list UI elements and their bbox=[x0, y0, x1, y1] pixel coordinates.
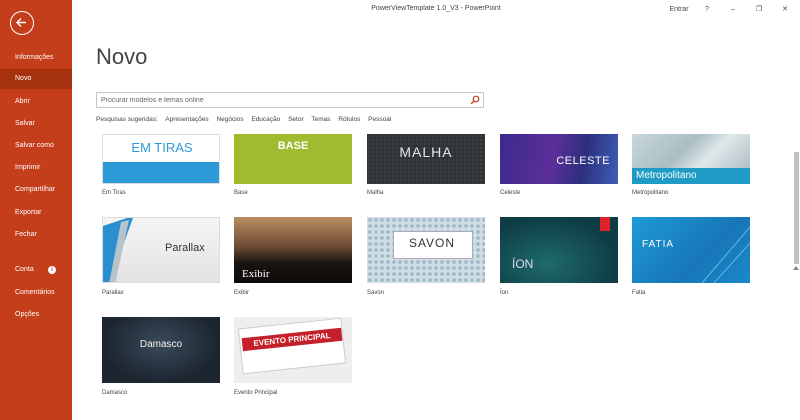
template-celeste[interactable]: CELESTE bbox=[500, 134, 618, 184]
template-caption: Fatia bbox=[632, 290, 646, 296]
template-caption: Em Tiras bbox=[102, 190, 126, 196]
template-caption: Evento Principal bbox=[234, 390, 278, 396]
thumb-title: ÍON bbox=[512, 257, 534, 271]
thumb-title: CELESTE bbox=[556, 155, 610, 167]
search-icon[interactable] bbox=[470, 95, 480, 105]
suggested-temas[interactable]: Temas bbox=[311, 116, 330, 123]
template-malha[interactable]: MALHA bbox=[367, 134, 485, 184]
template-caption: Damasco bbox=[102, 390, 128, 396]
sidebar-item-exportar[interactable]: Exportar bbox=[0, 203, 72, 223]
suggested-searches: Pesquisas sugeridas: Apresentações Negóc… bbox=[96, 116, 397, 123]
sidebar-item-fechar[interactable]: Fechar bbox=[0, 225, 72, 245]
template-caption: Parallax bbox=[102, 290, 124, 296]
sidebar-item-label: Salvar bbox=[15, 120, 35, 127]
sidebar-item-comentarios[interactable]: Comentários bbox=[0, 283, 72, 303]
sidebar-item-abrir[interactable]: Abrir bbox=[0, 92, 72, 112]
thumb-title: FATIA bbox=[642, 239, 675, 250]
template-em-tiras[interactable]: EM TIRAS bbox=[102, 134, 220, 184]
thumb-title: Metropolitano bbox=[636, 170, 697, 181]
sidebar-item-label: Opções bbox=[15, 311, 40, 318]
template-caption: Celeste bbox=[500, 190, 521, 196]
thumb-title: Damasco bbox=[139, 339, 183, 350]
page-title: Novo bbox=[96, 44, 148, 69]
template-damasco[interactable]: Damasco bbox=[102, 317, 220, 383]
suggested-label: Pesquisas sugeridas: bbox=[96, 116, 158, 123]
template-caption: Exibir bbox=[234, 290, 250, 296]
thumb-title: SAVON bbox=[408, 236, 456, 250]
template-fatia[interactable]: FATIA bbox=[632, 217, 750, 283]
backstage-sidebar: Informações Novo Abrir Salvar Salvar com… bbox=[0, 0, 72, 420]
template-search bbox=[96, 92, 484, 108]
sidebar-item-label: Informações bbox=[15, 54, 54, 61]
suggested-setor[interactable]: Setor bbox=[288, 116, 304, 123]
sidebar-item-label: Comentários bbox=[15, 289, 55, 296]
thumb-decoration bbox=[701, 226, 750, 283]
suggested-educacao[interactable]: Educação bbox=[251, 116, 280, 123]
sidebar-item-informacoes[interactable]: Informações bbox=[0, 48, 72, 68]
template-savon[interactable]: SAVON bbox=[367, 217, 485, 283]
template-parallax[interactable]: Parallax bbox=[102, 217, 220, 283]
thumb-title: BASE bbox=[277, 140, 309, 152]
sidebar-item-imprimir[interactable]: Imprimir bbox=[0, 158, 72, 178]
sidebar-item-label: Abrir bbox=[15, 98, 30, 105]
suggested-negocios[interactable]: Negócios bbox=[216, 116, 243, 123]
thumb-title: MALHA bbox=[399, 144, 453, 160]
template-caption: Savon bbox=[367, 290, 385, 296]
template-metropolitano[interactable]: Metropolitano bbox=[632, 134, 750, 184]
scroll-up-arrow-icon[interactable] bbox=[793, 266, 799, 270]
sidebar-item-compartilhar[interactable]: Compartilhar bbox=[0, 180, 72, 200]
template-caption: Malha bbox=[367, 190, 384, 196]
sidebar-item-label: Salvar como bbox=[15, 142, 54, 149]
sidebar-item-label: Imprimir bbox=[15, 164, 41, 171]
sidebar-item-label: Conta bbox=[15, 266, 34, 273]
sidebar-item-label: Fechar bbox=[15, 231, 37, 238]
sidebar-item-salvar-como[interactable]: Salvar como bbox=[0, 136, 72, 156]
template-caption: Íon bbox=[500, 290, 509, 296]
title-bar: PowerViewTemplate 1.0_V3 - PowerPoint En… bbox=[72, 0, 800, 20]
sidebar-item-salvar[interactable]: Salvar bbox=[0, 114, 72, 134]
restore-button[interactable]: ❐ bbox=[752, 2, 766, 18]
template-base[interactable]: BASE bbox=[234, 134, 352, 184]
signin-button[interactable]: Entrar bbox=[666, 2, 692, 18]
thumb-title: Parallax bbox=[165, 242, 205, 254]
sidebar-item-label: Exportar bbox=[15, 209, 42, 216]
sidebar-item-opcoes[interactable]: Opções bbox=[0, 305, 72, 325]
search-input[interactable] bbox=[97, 93, 465, 107]
thumb-bottom-band bbox=[103, 166, 219, 183]
suggested-apresentacoes[interactable]: Apresentações bbox=[165, 116, 208, 123]
suggested-rotulos[interactable]: Rótulos bbox=[338, 116, 360, 123]
sidebar-item-label: Novo bbox=[15, 75, 32, 82]
thumb-title: Exibir bbox=[242, 268, 270, 280]
back-button[interactable] bbox=[10, 11, 34, 35]
minimize-button[interactable]: – bbox=[726, 2, 740, 18]
sidebar-item-label: Compartilhar bbox=[15, 186, 56, 193]
template-caption: Metropolitano bbox=[632, 190, 669, 196]
sidebar-item-novo[interactable]: Novo bbox=[0, 69, 72, 89]
info-icon: i bbox=[48, 266, 56, 274]
template-evento-principal[interactable]: EVENTO PRINCIPAL bbox=[234, 317, 352, 383]
suggested-pessoal[interactable]: Pessoal bbox=[368, 116, 391, 123]
scrollbar-thumb[interactable] bbox=[794, 152, 799, 264]
back-arrow-icon bbox=[16, 18, 26, 27]
thumb-accent bbox=[600, 217, 610, 231]
template-caption: Base bbox=[234, 190, 248, 196]
help-button[interactable]: ? bbox=[700, 2, 714, 18]
thumb-title: EM TIRAS bbox=[131, 140, 193, 155]
close-button[interactable]: ✕ bbox=[778, 2, 792, 18]
template-exibir[interactable]: Exibir bbox=[234, 217, 352, 283]
template-ion[interactable]: ÍON bbox=[500, 217, 618, 283]
sidebar-item-conta[interactable]: Conta i bbox=[0, 260, 72, 280]
